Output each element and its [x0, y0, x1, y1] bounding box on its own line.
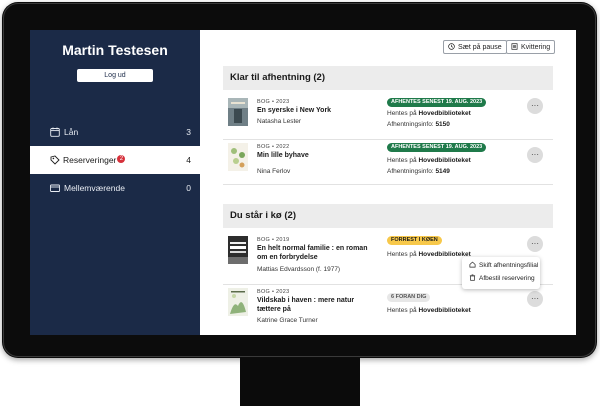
item-meta: BOG • 2022	[257, 144, 290, 150]
monitor-stand	[240, 358, 360, 406]
options-menu: Skift afhentningsfilial Afbestil reserve…	[462, 257, 540, 289]
item-title[interactable]: En syerske i New York	[257, 106, 379, 115]
sidebar-item-loans[interactable]: Lån 3	[30, 118, 200, 146]
sidebar-item-balance[interactable]: Mellemværende 0	[30, 174, 200, 202]
item-author: Natasha Lester	[257, 118, 302, 125]
list-item: BOG • 2022 Min lille byhave Nina Ferlov …	[223, 140, 553, 185]
section-ready-header: Klar til afhentning (2)	[223, 66, 553, 90]
menu-item-change-branch[interactable]: Skift afhentningsfilial	[469, 261, 538, 271]
item-meta: BOG • 2023	[257, 99, 290, 105]
receipt-icon	[511, 43, 518, 50]
home-icon	[469, 261, 476, 268]
receipt-button[interactable]: Kvittering	[506, 40, 556, 54]
pickup-info: Afhentningsinfo: 5149	[387, 168, 450, 175]
item-author: Mattias Edvardsson (f. 1977)	[257, 266, 341, 273]
item-meta: BOG • 2023	[257, 289, 290, 295]
receipt-button-label: Kvittering	[521, 44, 551, 51]
status-badge: AFHENTES SENEST 19. AUG. 2023	[387, 143, 487, 152]
menu-item-cancel-reservation[interactable]: Afbestil reservering	[469, 274, 535, 284]
sidebar: Martin Testesen Log ud Lån 3 Reservering…	[30, 30, 200, 335]
user-name: Martin Testesen	[62, 42, 168, 58]
item-meta: BOG • 2019	[257, 237, 290, 243]
pickup-line: Hentes på Hovedbiblioteket	[387, 307, 471, 314]
section-queue-header: Du står i kø (2)	[223, 204, 553, 228]
status-badge: AFHENTES SENEST 19. AUG. 2023	[387, 98, 487, 107]
clock-tag-icon	[50, 155, 60, 165]
item-author: Nina Ferlov	[257, 168, 291, 175]
sidebar-item-label: Reserveringer 2	[63, 155, 126, 165]
book-cover	[228, 143, 248, 171]
pickup-line: Hentes på Hovedbiblioteket	[387, 110, 471, 117]
sidebar-item-count: 3	[186, 127, 191, 137]
book-cover	[228, 98, 248, 126]
more-options-button[interactable]: ···	[527, 98, 543, 114]
more-options-button[interactable]: ···	[527, 236, 543, 252]
status-badge: 6 FORAN DIG	[387, 293, 431, 302]
pause-button-label: Sæt på pause	[458, 44, 502, 51]
pause-button[interactable]: Sæt på pause	[443, 40, 507, 54]
logout-button[interactable]: Log ud	[77, 69, 153, 82]
book-cover	[228, 236, 248, 264]
list-item: BOG • 2023 Vildskab i haven : mere natur…	[223, 285, 553, 335]
sidebar-item-label: Mellemværende	[64, 183, 125, 193]
pickup-line: Hentes på Hovedbiblioteket	[387, 251, 471, 258]
sidebar-item-count: 0	[186, 183, 191, 193]
sidebar-item-label: Lån	[64, 127, 79, 137]
item-title[interactable]: Vildskab i haven : mere natur tættere på	[257, 296, 379, 314]
clock-icon	[448, 43, 455, 50]
sidebar-item-count: 4	[186, 155, 191, 165]
item-title[interactable]: En helt normal familie : en roman om en …	[257, 244, 379, 262]
list-item: BOG • 2023 En syerske i New York Natasha…	[223, 95, 553, 140]
sidebar-item-reservations[interactable]: Reserveringer 2 4	[30, 146, 200, 174]
status-badge: FORREST I KØEN	[387, 236, 442, 245]
screen: Martin Testesen Log ud Lån 3 Reservering…	[30, 30, 576, 335]
more-options-button[interactable]: ···	[527, 147, 543, 163]
book-cover	[228, 288, 248, 316]
more-options-button[interactable]: ···	[527, 291, 543, 307]
item-title[interactable]: Min lille byhave	[257, 151, 379, 160]
item-author: Katrine Grace Turner	[257, 317, 318, 324]
notification-badge: 2	[117, 155, 126, 163]
section-title: Klar til afhentning (2)	[230, 72, 325, 83]
card-icon	[50, 184, 60, 192]
main-content: Sæt på pause Kvittering Klar til afhentn…	[200, 30, 576, 335]
pickup-info: Afhentningsinfo: 5150	[387, 121, 450, 128]
calendar-icon	[50, 127, 60, 137]
trash-icon	[469, 274, 476, 281]
monitor-frame: Martin Testesen Log ud Lån 3 Reservering…	[2, 2, 597, 358]
section-title: Du står i kø (2)	[230, 210, 296, 221]
pickup-line: Hentes på Hovedbiblioteket	[387, 157, 471, 164]
